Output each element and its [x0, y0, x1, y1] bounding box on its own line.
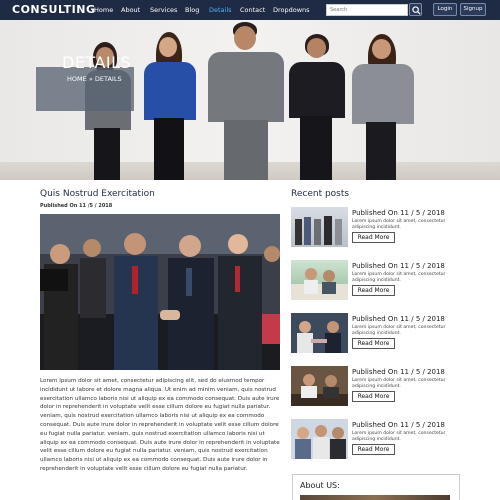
- recent-post-photo: [295, 216, 342, 245]
- recent-post-photo: [291, 374, 348, 406]
- article-photo: [40, 214, 280, 370]
- signup-button[interactable]: Signup: [460, 3, 486, 16]
- recent-post-date: Published On 11 / 5 / 2018: [352, 368, 445, 376]
- recent-post-photo: [291, 268, 348, 300]
- search-input[interactable]: [326, 4, 408, 16]
- recent-post: Published On 11 / 5 / 2018 Lorem ipsum d…: [291, 207, 461, 251]
- breadcrumb-home[interactable]: HOME: [67, 75, 87, 83]
- about-us-box: About US:: [292, 474, 460, 500]
- recent-post-thumbnail[interactable]: [291, 419, 348, 459]
- about-us-image: [300, 495, 450, 500]
- article-image: [40, 214, 280, 370]
- recent-post-date: Published On 11 / 5 / 2018: [352, 421, 445, 429]
- recent-post-thumbnail[interactable]: [291, 207, 348, 247]
- breadcrumb-separator: »: [88, 75, 93, 83]
- page-title: DETAILS: [62, 53, 132, 72]
- read-more-button[interactable]: Read More: [352, 391, 395, 402]
- recent-post: Published On 11 / 5 / 2018 Lorem ipsum d…: [291, 366, 461, 410]
- nav-home[interactable]: Home: [94, 6, 113, 14]
- recent-post-desc: Lorem ipsum dolor sit amet, consectetur …: [352, 431, 446, 442]
- recent-post-date: Published On 11 / 5 / 2018: [352, 315, 445, 323]
- nav-blog[interactable]: Blog: [185, 6, 199, 14]
- search-button[interactable]: [409, 3, 422, 16]
- recent-post-photo: [297, 321, 341, 353]
- recent-post-thumbnail[interactable]: [291, 260, 348, 300]
- brand-logo[interactable]: CONSULTING: [12, 3, 96, 16]
- recent-post: Published On 11 / 5 / 2018 Lorem ipsum d…: [291, 419, 461, 463]
- top-navbar: CONSULTING Home About Services Blog Deta…: [0, 0, 500, 20]
- login-button[interactable]: Login: [433, 3, 457, 16]
- read-more-button[interactable]: Read More: [352, 444, 395, 455]
- recent-post: Published On 11 / 5 / 2018 Lorem ipsum d…: [291, 260, 461, 304]
- nav-services[interactable]: Services: [150, 6, 177, 14]
- recent-post-desc: Lorem ipsum dolor sit amet, consectetur …: [352, 272, 446, 283]
- hero-title-box: [36, 67, 134, 111]
- article-title[interactable]: Quis Nostrud Exercitation: [40, 189, 155, 199]
- recent-posts-heading: Recent posts: [291, 189, 350, 199]
- hero-person: [204, 22, 288, 180]
- search-icon: [412, 6, 421, 15]
- breadcrumb: HOME » DETAILS: [67, 75, 122, 83]
- read-more-button[interactable]: Read More: [352, 232, 395, 243]
- hero-person: [140, 32, 200, 180]
- nav-details[interactable]: Details: [209, 6, 232, 14]
- recent-post: Published On 11 / 5 / 2018 Lorem ipsum d…: [291, 313, 461, 357]
- hero-person: [286, 34, 348, 180]
- recent-post-thumbnail[interactable]: [291, 313, 348, 353]
- breadcrumb-current: DETAILS: [94, 75, 122, 83]
- read-more-button[interactable]: Read More: [352, 338, 395, 349]
- recent-post-desc: Lorem ipsum dolor sit amet, consectetur …: [352, 219, 446, 230]
- recent-post-date: Published On 11 / 5 / 2018: [352, 209, 445, 217]
- recent-post-thumbnail[interactable]: [291, 366, 348, 406]
- recent-post-desc: Lorem ipsum dolor sit amet, consectetur …: [352, 378, 446, 389]
- article-date: Published On 11 /5 / 2018: [40, 203, 113, 209]
- article-body: Lorem ipsum dolor sit amet, consectetur …: [40, 378, 280, 472]
- recent-post-desc: Lorem ipsum dolor sit amet, consectetur …: [352, 325, 446, 336]
- hero-banner: [0, 20, 500, 180]
- about-us-heading: About US:: [300, 481, 340, 490]
- hero-person: [350, 34, 416, 180]
- read-more-button[interactable]: Read More: [352, 285, 395, 296]
- nav-dropdowns[interactable]: Dropdowns: [273, 6, 310, 14]
- nav-contact[interactable]: Contact: [240, 6, 265, 14]
- recent-post-date: Published On 11 / 5 / 2018: [352, 262, 445, 270]
- recent-post-photo: [295, 425, 346, 459]
- nav-about[interactable]: About: [121, 6, 140, 14]
